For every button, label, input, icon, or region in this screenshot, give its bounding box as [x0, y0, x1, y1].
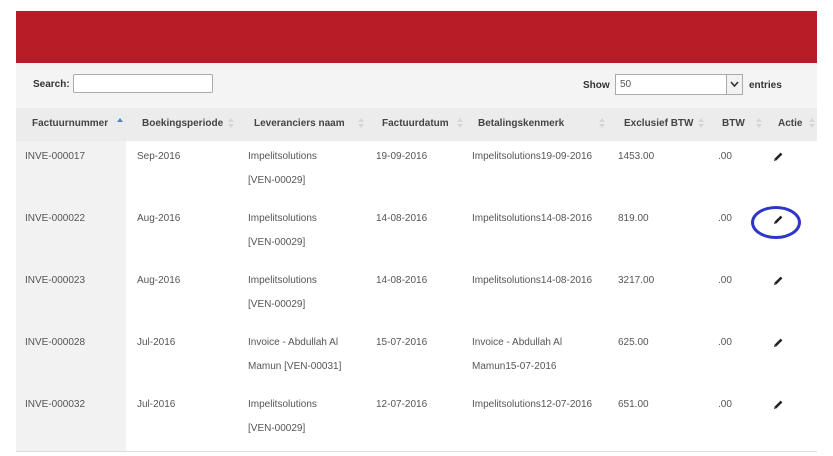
sort-both-icon: [358, 118, 364, 128]
amount-excl-btw: 1453.00: [618, 151, 655, 162]
sort-both-icon: [599, 118, 605, 128]
supplier-name-line2: [VEN-00029]: [248, 237, 306, 248]
invoice-number: INVE-000017: [25, 151, 86, 162]
search-input[interactable]: [73, 74, 213, 93]
booking-period: Jul-2016: [137, 399, 176, 410]
column-header-boekingsperiode[interactable]: Boekingsperiode: [142, 118, 223, 129]
booking-period: Aug-2016: [137, 275, 181, 286]
search-label: Search:: [33, 79, 70, 90]
payment-reference-line1: Impelitsolutions14-08-2016: [472, 275, 593, 286]
chevron-down-icon[interactable]: [726, 75, 742, 94]
booking-period: Jul-2016: [137, 337, 176, 348]
booking-period: Aug-2016: [137, 213, 181, 224]
column-header-exclusief-btw[interactable]: Exclusief BTW: [624, 118, 693, 129]
booking-period: Sep-2016: [137, 151, 181, 162]
sort-both-icon: [457, 118, 463, 128]
column-header-leveranciers-naam[interactable]: Leveranciers naam: [254, 118, 345, 129]
table-row: INVE-000032 Jul-2016 Impelitsolutions [V…: [16, 389, 817, 452]
sort-both-icon: [756, 118, 762, 128]
header-banner: [16, 11, 817, 63]
supplier-name-line2: [VEN-00029]: [248, 299, 306, 310]
pencil-icon[interactable]: [772, 399, 784, 411]
invoice-date: 14-08-2016: [376, 275, 428, 286]
btw-amount: .00: [718, 213, 732, 224]
column-header-factuurnummer[interactable]: Factuurnummer: [32, 118, 108, 129]
show-label: Show: [583, 80, 610, 91]
invoice-number: INVE-000022: [25, 213, 86, 224]
page-length-select[interactable]: 50: [615, 74, 743, 95]
payment-reference-line1: Invoice - Abdullah Al: [472, 337, 563, 348]
column-header-btw[interactable]: BTW: [722, 118, 745, 129]
supplier-name-line1: Impelitsolutions: [248, 151, 317, 162]
payment-reference-line1: Impelitsolutions12-07-2016: [472, 399, 593, 410]
table-header: Factuurnummer Boekingsperiode Leverancie…: [16, 108, 817, 142]
amount-excl-btw: 819.00: [618, 213, 649, 224]
payment-reference-line1: Impelitsolutions19-09-2016: [472, 151, 593, 162]
page-length-value: 50: [620, 79, 632, 90]
btw-amount: .00: [718, 337, 732, 348]
pencil-icon[interactable]: [772, 337, 784, 349]
invoice-number: INVE-000028: [25, 337, 86, 348]
supplier-name-line1: Impelitsolutions: [248, 399, 317, 410]
invoice-date: 19-09-2016: [376, 151, 428, 162]
sort-both-icon: [228, 118, 234, 128]
pencil-icon[interactable]: [772, 151, 784, 163]
table-row: INVE-000023 Aug-2016 Impelitsolutions [V…: [16, 265, 817, 328]
btw-amount: .00: [718, 151, 732, 162]
btw-amount: .00: [718, 399, 732, 410]
payment-reference-line2: Mamun15-07-2016: [472, 361, 557, 372]
pencil-icon[interactable]: [772, 214, 784, 226]
invoice-date: 12-07-2016: [376, 399, 428, 410]
column-header-actie: Actie: [778, 118, 803, 129]
invoice-number: INVE-000023: [25, 275, 86, 286]
amount-excl-btw: 625.00: [618, 337, 649, 348]
entries-label: entries: [749, 80, 782, 91]
amount-excl-btw: 3217.00: [618, 275, 655, 286]
invoice-number: INVE-000032: [25, 399, 86, 410]
invoice-date: 15-07-2016: [376, 337, 428, 348]
table-row: INVE-000028 Jul-2016 Invoice - Abdullah …: [16, 327, 817, 390]
sort-both-icon: [698, 118, 704, 128]
supplier-name-line1: Impelitsolutions: [248, 213, 317, 224]
supplier-name-line2: [VEN-00029]: [248, 423, 306, 434]
sort-both-icon: [809, 118, 815, 128]
payment-reference-line1: Impelitsolutions14-08-2016: [472, 213, 593, 224]
table-row: INVE-000022 Aug-2016 Impelitsolutions [V…: [16, 203, 817, 266]
btw-amount: .00: [718, 275, 732, 286]
invoice-panel: Search: Show 50 entries Factuurnummer Bo…: [16, 11, 817, 456]
invoice-date: 14-08-2016: [376, 213, 428, 224]
amount-excl-btw: 651.00: [618, 399, 649, 410]
sort-ascending-icon: [117, 118, 123, 122]
pencil-icon[interactable]: [772, 275, 784, 287]
column-header-betalingskenmerk[interactable]: Betalingskenmerk: [478, 118, 564, 129]
supplier-name-line2: [VEN-00029]: [248, 175, 306, 186]
column-header-factuurdatum[interactable]: Factuurdatum: [382, 118, 449, 129]
supplier-name-line1: Impelitsolutions: [248, 275, 317, 286]
table-row: INVE-000017 Sep-2016 Impelitsolutions [V…: [16, 141, 817, 204]
supplier-name-line1: Invoice - Abdullah Al: [248, 337, 339, 348]
supplier-name-line2: Mamun [VEN-00031]: [248, 361, 342, 372]
